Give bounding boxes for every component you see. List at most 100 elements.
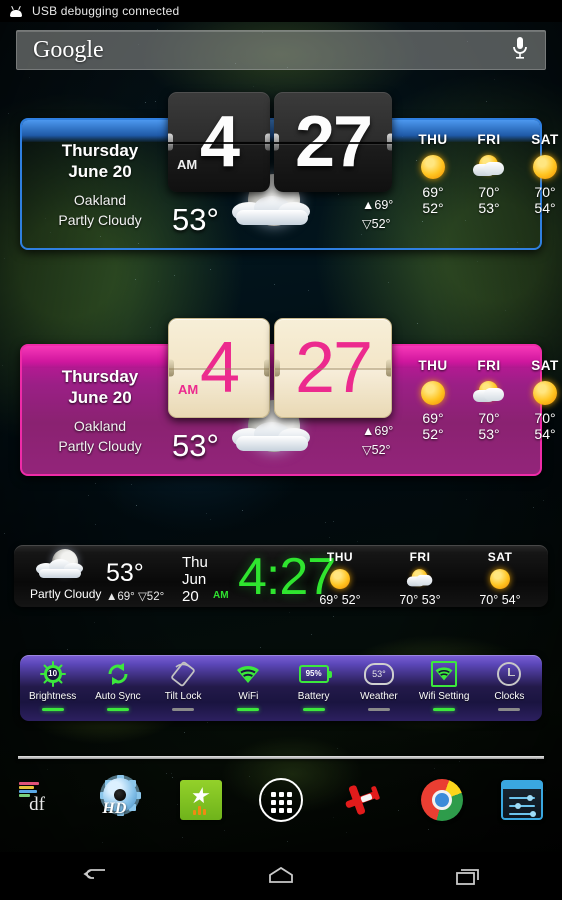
- back-button[interactable]: [0, 865, 187, 887]
- status-bar: USB debugging connected: [0, 0, 562, 22]
- weather-clock-widget-pink[interactable]: Thursday June 20 Oakland Partly Cloudy 5…: [20, 344, 542, 476]
- sunny-icon: [462, 566, 538, 592]
- flip-clock-pink[interactable]: 4 AM 27: [168, 318, 392, 418]
- toggle-label: Tilt Lock: [165, 691, 202, 702]
- forecast-high: 70°: [461, 411, 517, 427]
- df-app-icon: df: [17, 780, 63, 820]
- quick-toggles-widget[interactable]: 10 Brightness Auto Sync Tilt Lock WiFi 9…: [20, 655, 542, 721]
- forecast-day-label: FRI: [461, 132, 517, 147]
- forecast-day: THU 69° 52°: [302, 550, 378, 607]
- status-bar-text: USB debugging connected: [32, 4, 179, 18]
- toggle-battery[interactable]: 95% Battery: [281, 660, 346, 711]
- partly-cloudy-icon: [461, 152, 517, 182]
- battery-icon: 95%: [299, 660, 329, 687]
- battery-value: 95%: [306, 669, 322, 678]
- forecast-day-label: SAT: [462, 550, 538, 564]
- flip-clock-blue[interactable]: 4 AM 27: [168, 92, 392, 192]
- toggle-state-bar: [107, 708, 129, 711]
- widget-pink-forecast: THU 69° 52° FRI 70° 53° SAT 70° 54°: [405, 358, 562, 442]
- weather-clock-widget-blue[interactable]: Thursday June 20 Oakland Partly Cloudy 5…: [20, 118, 542, 250]
- dock-item-chrome[interactable]: [401, 768, 481, 832]
- dock-item-app-drawer[interactable]: [241, 768, 321, 832]
- forecast-day-label: THU: [302, 550, 378, 564]
- sunny-icon: [405, 152, 461, 182]
- forecast-day: FRI 70° 53°: [461, 358, 517, 442]
- widget-blue-high: ▲69°: [362, 196, 393, 215]
- flip-clock-minute-card[interactable]: 27: [274, 92, 392, 192]
- forecast-temps: 70° 53°: [382, 593, 458, 607]
- flip-clock-hour-card[interactable]: 4 AM: [168, 92, 270, 192]
- forecast-high: 69°: [405, 411, 461, 427]
- toggle-state-bar: [172, 708, 194, 711]
- widget-blue-temp: 53°: [172, 202, 219, 238]
- widget-pink-low: ▽52°: [362, 441, 393, 460]
- toggle-state-bar: [303, 708, 325, 711]
- forecast-day-label: THU: [405, 132, 461, 147]
- toggle-clocks[interactable]: Clocks: [477, 660, 542, 711]
- widget-pink-info: Thursday June 20 Oakland Partly Cloudy: [20, 344, 180, 476]
- partly-cloudy-icon: [382, 566, 458, 592]
- widget-pink-day: Thursday: [62, 366, 139, 387]
- widget-blue-date: June 20: [68, 161, 131, 182]
- flip-clock-ampm: AM: [177, 157, 197, 172]
- toggle-tilt-lock[interactable]: Tilt Lock: [151, 660, 216, 711]
- flip-clock-minute-card[interactable]: 27: [274, 318, 392, 418]
- play-store-icon: ★: [180, 780, 222, 820]
- dock-item-hd-widgets[interactable]: HD: [80, 768, 160, 832]
- weather-value: 53°: [364, 663, 394, 685]
- widget-blue-forecast: THU 69° 52° FRI 70° 53° SAT 70° 54°: [405, 132, 562, 216]
- dock-item-airplane-mode[interactable]: [321, 768, 401, 832]
- toggle-wifi-setting[interactable]: Wifi Setting: [412, 660, 477, 711]
- forecast-temps: 70° 54°: [462, 593, 538, 607]
- wifi-settings-icon: [431, 660, 457, 687]
- weather-clock-widget-compact[interactable]: Partly Cloudy 53° ▲69° ▽52° Thu Jun 20 A…: [14, 545, 548, 607]
- forecast-day-label: FRI: [461, 358, 517, 373]
- forecast-day: SAT 70° 54°: [517, 132, 562, 216]
- dock: df HD ★: [0, 768, 562, 832]
- forecast-high: 70°: [517, 185, 562, 201]
- forecast-high: 70°: [461, 185, 517, 201]
- forecast-day: SAT 70° 54°: [517, 358, 562, 442]
- toggle-brightness[interactable]: 10 Brightness: [20, 660, 85, 711]
- flip-clock-hour-card[interactable]: 4 AM: [168, 318, 270, 418]
- forecast-low: 52°: [405, 201, 461, 217]
- wifi-icon: [235, 660, 261, 687]
- rotation-lock-icon: [170, 660, 196, 687]
- dock-item-df[interactable]: df: [0, 768, 80, 832]
- microphone-icon[interactable]: [511, 36, 529, 65]
- toggle-label: Brightness: [29, 691, 76, 702]
- sunny-icon: [517, 152, 562, 182]
- dock-item-play-store[interactable]: ★: [161, 768, 241, 832]
- forecast-day: FRI 70° 53°: [382, 550, 458, 607]
- hd-label: HD: [102, 800, 126, 818]
- toggle-label: Wifi Setting: [419, 691, 470, 702]
- sunny-icon: [405, 378, 461, 408]
- home-icon: [266, 865, 296, 887]
- moon-behind-cloud-icon: [36, 549, 96, 587]
- home-button[interactable]: [187, 865, 374, 887]
- brightness-icon: 10: [41, 660, 65, 687]
- toggle-wifi[interactable]: WiFi: [216, 660, 281, 711]
- toggle-label: Weather: [360, 691, 398, 702]
- compact-temp: 53°: [106, 559, 144, 588]
- dock-divider: [18, 756, 544, 759]
- toggle-auto-sync[interactable]: Auto Sync: [85, 660, 150, 711]
- toggle-state-bar: [368, 708, 390, 711]
- google-search-bar[interactable]: Google: [16, 30, 546, 70]
- partly-cloudy-icon: [461, 378, 517, 408]
- sunny-icon: [302, 566, 378, 592]
- widget-blue-low: ▽52°: [362, 215, 393, 234]
- dock-item-settings[interactable]: [482, 768, 562, 832]
- weather-cloud-icon: 53°: [364, 660, 394, 687]
- toggle-weather[interactable]: 53° Weather: [346, 660, 411, 711]
- widget-blue-city: Oakland: [74, 192, 126, 208]
- compact-forecast: THU 69° 52° FRI 70° 53° SAT 70° 54°: [302, 550, 538, 607]
- navigation-bar: [0, 852, 562, 900]
- widget-pink-hilo: ▲69° ▽52°: [362, 422, 393, 461]
- airplane-mode-icon: [337, 779, 385, 821]
- forecast-day: FRI 70° 53°: [461, 132, 517, 216]
- recents-button[interactable]: [375, 865, 562, 887]
- android-robot-icon: [8, 6, 24, 17]
- forecast-low: 53°: [461, 427, 517, 443]
- forecast-low: 54°: [517, 201, 562, 217]
